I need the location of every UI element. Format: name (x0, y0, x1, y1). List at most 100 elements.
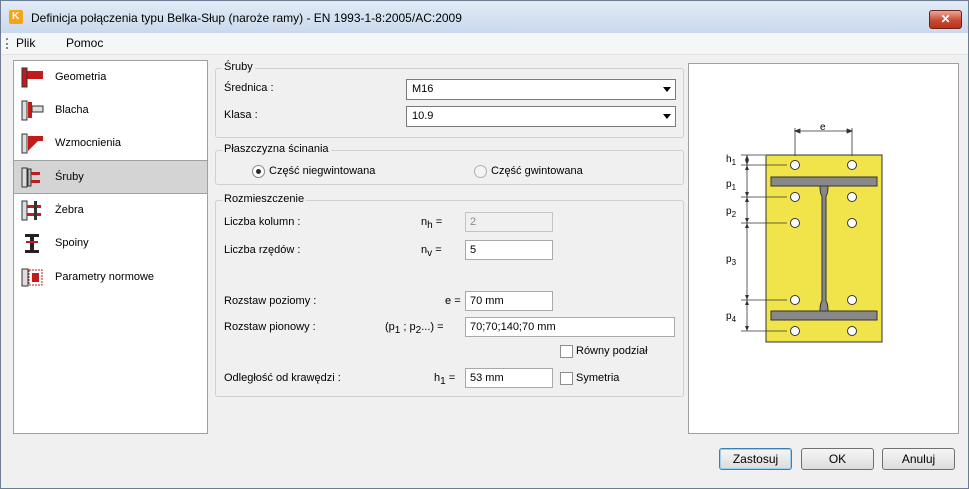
symbol-p-open: (p (385, 321, 395, 333)
edge-label: Odległość od krawędzi : (224, 372, 341, 384)
radio-unthreaded-label[interactable]: Część niegwintowana (269, 165, 375, 177)
close-button[interactable]: ✕ (929, 10, 962, 29)
dim-h1-sub: 1 (732, 158, 737, 167)
plate-icon (21, 100, 44, 121)
columns-symbol: nh = (421, 216, 442, 231)
radio-threaded-label[interactable]: Część gwintowana (491, 165, 583, 177)
beam-top-flange (770, 176, 878, 187)
sidebar-item-label: Śruby (55, 171, 84, 183)
equal-split-checkbox[interactable] (560, 345, 573, 358)
vspacing-value: 70;70;140;70 mm (470, 321, 556, 333)
class-value: 10.9 (412, 110, 434, 122)
symbol-sub: v (427, 248, 433, 259)
app-icon: K (9, 10, 23, 24)
beam-bottom-flange (770, 310, 878, 321)
diameter-label: Średnica : (224, 82, 274, 94)
symbol-sub: h (427, 220, 433, 231)
hspacing-value: 70 mm (470, 295, 504, 307)
cancel-button[interactable]: Anuluj (882, 448, 955, 470)
menu-bar: Plik Pomoc (1, 33, 968, 55)
symbol-sep: ; p (400, 321, 416, 333)
dim-p1-sub: 1 (732, 183, 737, 192)
rows-label: Liczba rzędów : (224, 244, 301, 256)
bolts-icon (21, 167, 40, 188)
menu-grip-icon (6, 38, 10, 49)
equals-sign: = (448, 372, 456, 384)
dim-p4-label: p4 (726, 311, 737, 324)
sidebar-item-label: Żebra (55, 204, 84, 216)
hspacing-input[interactable]: 70 mm (465, 291, 553, 311)
vspacing-symbol: (p1 ; p2...) = (385, 321, 444, 336)
layout-group-title: Rozmieszczenie (222, 193, 307, 205)
welds-icon (25, 234, 39, 253)
dim-p1-label: p1 (726, 179, 737, 192)
close-icon: ✕ (940, 12, 951, 26)
hspacing-symbol: e = (445, 295, 461, 307)
sidebar-item-geometry[interactable]: Geometria (14, 61, 207, 94)
equals-sign: = (437, 321, 444, 333)
sidebar-item-stiffeners[interactable]: Wzmocnienia (14, 127, 207, 160)
dim-p2-label: p2 (726, 206, 737, 219)
symmetry-checkbox[interactable] (560, 372, 573, 385)
edge-value: 53 mm (470, 372, 504, 384)
sidebar-item-label: Parametry normowe (55, 271, 155, 283)
symbol-sub: 1 (440, 376, 446, 387)
edge-symbol: h1 = (434, 372, 455, 387)
class-select[interactable]: 10.9 (406, 106, 676, 127)
dim-p3-sub: 3 (732, 258, 737, 267)
edge-input[interactable]: 53 mm (465, 368, 553, 388)
chevron-down-icon (663, 87, 671, 92)
shear-plane-group-title: Płaszczyzna ścinania (222, 143, 331, 155)
sidebar-item-label: Geometria (55, 71, 107, 83)
columns-input: 2 (465, 212, 553, 232)
diameter-select[interactable]: M16 (406, 79, 676, 100)
chevron-down-icon (663, 114, 671, 119)
apply-button[interactable]: Zastosuj (719, 448, 792, 470)
rows-symbol: nv = (421, 244, 442, 259)
equals-sign: = (454, 295, 461, 307)
symbol-e: e (445, 295, 452, 307)
hspacing-label: Rozstaw poziomy : (224, 295, 317, 307)
sidebar-item-bolts[interactable]: Śruby (14, 160, 207, 194)
sidebar-item-plate[interactable]: Blacha (14, 94, 207, 127)
geometry-icon (21, 67, 43, 88)
stiffeners-icon (21, 133, 43, 154)
sidebar-item-label: Blacha (55, 104, 89, 116)
code-params-icon (21, 268, 43, 287)
sidebar-item-label: Spoiny (55, 237, 89, 249)
ok-button[interactable]: OK (801, 448, 874, 470)
class-label: Klasa : (224, 109, 258, 121)
symmetry-label[interactable]: Symetria (576, 372, 619, 384)
dim-h1-label: h1 (726, 154, 737, 167)
dialog-window: K Definicja połączenia typu Belka-Słup (… (0, 0, 969, 489)
diameter-value: M16 (412, 83, 434, 95)
equals-sign: = (435, 244, 442, 256)
bolt-layout-drawing: e h1 p1 p2 p3 p4 (726, 122, 883, 343)
sidebar-item-code-params[interactable]: Parametry normowe (14, 261, 207, 294)
sidebar-item-welds[interactable]: Spoiny (14, 227, 207, 260)
equals-sign: = (435, 216, 443, 228)
rows-input[interactable]: 5 (465, 240, 553, 260)
radio-dot (256, 169, 261, 174)
vspacing-input[interactable]: 70;70;140;70 mm (465, 317, 675, 337)
columns-value: 2 (470, 216, 477, 228)
vspacing-label: Rozstaw pionowy : (224, 321, 316, 333)
app-icon-glyph: K (12, 11, 20, 22)
dim-p2-sub: 2 (732, 210, 737, 219)
dim-p3-label: p3 (726, 254, 737, 267)
menu-file[interactable]: Plik (16, 36, 35, 50)
dim-p4-sub: 4 (732, 315, 737, 324)
window-title: Definicja połączenia typu Belka-Słup (na… (31, 11, 462, 25)
radio-threaded[interactable] (474, 165, 487, 178)
dim-e-label: e (820, 122, 826, 133)
rows-value: 5 (470, 244, 477, 256)
sidebar-item-label: Wzmocnienia (55, 137, 122, 149)
sidebar: Geometria Blacha Wzmocnienia Śruby Żebra (13, 60, 208, 434)
ribs-icon (21, 200, 41, 221)
sidebar-item-ribs[interactable]: Żebra (14, 194, 207, 227)
equal-split-label[interactable]: Równy podział (576, 345, 648, 357)
menu-help[interactable]: Pomoc (66, 36, 103, 50)
columns-label: Liczba kolumn : (224, 216, 301, 228)
title-bar: K Definicja połączenia typu Belka-Słup (… (1, 1, 968, 33)
radio-unthreaded[interactable] (252, 165, 265, 178)
